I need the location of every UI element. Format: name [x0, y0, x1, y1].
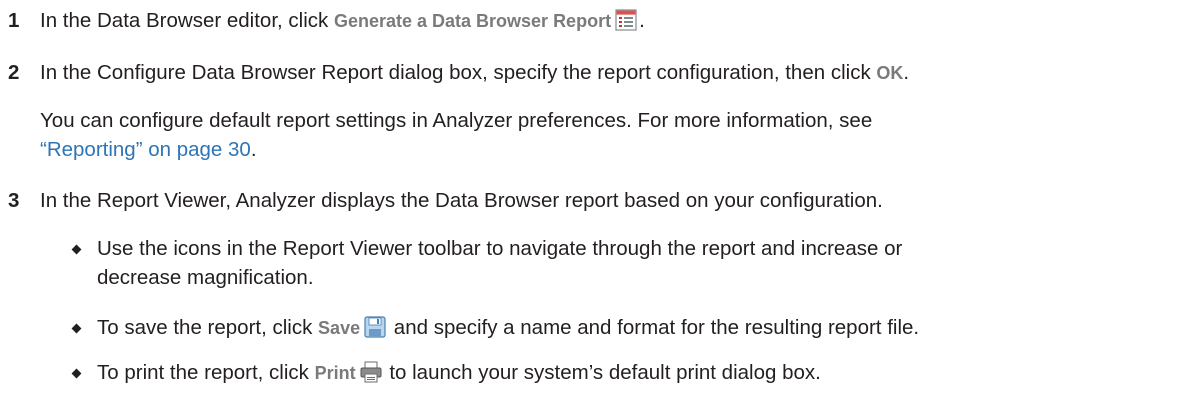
bullet-3-marker	[71, 368, 82, 379]
step-3-number: 3	[8, 189, 20, 212]
step-2: In the Configure Data Browser Report dia…	[40, 60, 909, 86]
step-3-text: In the Report Viewer, Analyzer displays …	[40, 189, 883, 212]
document-page: 1 In the Data Browser editor, click Gene…	[0, 0, 1181, 400]
step-1-period: .	[639, 9, 645, 32]
step-1-number: 1	[8, 9, 20, 32]
step-2-note-line-1: You can configure default report setting…	[40, 109, 873, 132]
bullet-1-marker	[71, 244, 82, 255]
step-1: In the Data Browser editor, click Genera…	[40, 8, 645, 38]
bullet-1-line-1: Use the icons in the Report Viewer toolb…	[97, 237, 903, 260]
bullet-2-text-after: and specify a name and format for the re…	[388, 316, 920, 339]
step-2-note-period: .	[250, 138, 257, 161]
step-1-text: In the Data Browser editor, click	[40, 9, 334, 32]
report-icon	[615, 9, 637, 38]
print-gui-label: Print	[314, 363, 356, 383]
bullet-2: To save the report, click Save and speci…	[97, 315, 919, 345]
bullet-3: To print the report, click Print to laun…	[97, 360, 821, 390]
bullet-1-line-2: decrease magnification.	[97, 266, 314, 289]
save-gui-label: Save	[318, 318, 361, 338]
bullet-3-text: To print the report, click	[97, 361, 315, 384]
generate-report-gui-label: Generate a Data Browser Report	[333, 11, 612, 31]
reporting-page-link[interactable]: “Reporting” on page 30	[40, 138, 251, 161]
step-2-text: In the Configure Data Browser Report dia…	[40, 61, 877, 84]
print-icon	[360, 361, 382, 390]
ok-gui-label: OK	[876, 63, 904, 83]
step-2-number: 2	[8, 61, 20, 84]
bullet-3-text-after: to launch your system’s default print di…	[383, 361, 821, 384]
step-2-note-line-2: “Reporting” on page 30.	[40, 137, 257, 163]
save-icon	[364, 316, 386, 345]
step-2-period: .	[903, 61, 910, 84]
bullet-2-marker	[71, 323, 82, 334]
bullet-2-text: To save the report, click	[97, 316, 319, 339]
